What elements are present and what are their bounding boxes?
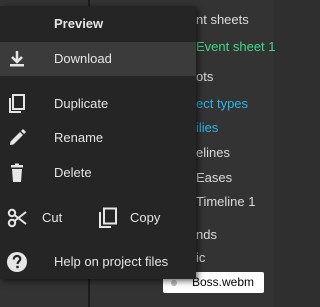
- menu-item-label: Help on project files: [54, 254, 169, 269]
- trash-icon: [6, 162, 28, 184]
- duplicate-icon: [6, 93, 28, 115]
- file-name: Boss.webm: [192, 275, 255, 289]
- tree-item-timelines[interactable]: elines: [196, 145, 230, 160]
- menu-item-label: Delete: [54, 165, 92, 180]
- menu-item-help[interactable]: Help on project files: [0, 245, 196, 279]
- tree-item-eases[interactable]: Eases: [196, 170, 232, 185]
- tree-item-event-sheet-1[interactable]: Event sheet 1: [196, 39, 276, 54]
- menu-item-label: Rename: [54, 130, 104, 145]
- tree-item-sounds[interactable]: nds: [196, 227, 217, 242]
- menu-item-duplicate[interactable]: Duplicate: [0, 87, 196, 121]
- menu-item-delete[interactable]: Delete: [0, 156, 196, 190]
- pencil-icon: [6, 127, 28, 149]
- scissors-icon: [6, 207, 28, 229]
- menu-item-label: Download: [54, 51, 112, 66]
- tree-item-music[interactable]: ic: [196, 250, 205, 265]
- menu-item-label: Cut: [42, 210, 63, 225]
- tree-item-families[interactable]: ilies: [196, 120, 218, 135]
- tree-item-timeline-1[interactable]: Timeline 1: [196, 194, 255, 209]
- context-menu: Preview Download Duplicate Rename Delete…: [0, 6, 196, 279]
- menu-item-download[interactable]: Download: [0, 42, 196, 76]
- menu-item-cut[interactable]: Cut: [0, 201, 90, 235]
- menu-item-label: Copy: [130, 210, 161, 225]
- tree-item-object-types[interactable]: ect types: [196, 96, 248, 111]
- menu-item-label: Duplicate: [54, 96, 109, 111]
- help-icon: [6, 251, 28, 273]
- download-icon: [6, 48, 28, 70]
- menu-item-rename[interactable]: Rename: [0, 121, 196, 155]
- tree-item-event-sheets[interactable]: nt sheets: [196, 12, 249, 27]
- menu-item-copy[interactable]: Copy: [92, 201, 196, 235]
- copy-icon: [97, 207, 119, 229]
- file-status-icon: [171, 280, 177, 286]
- tree-item-scripts[interactable]: ots: [196, 69, 213, 84]
- menu-item-preview[interactable]: Preview: [54, 16, 103, 31]
